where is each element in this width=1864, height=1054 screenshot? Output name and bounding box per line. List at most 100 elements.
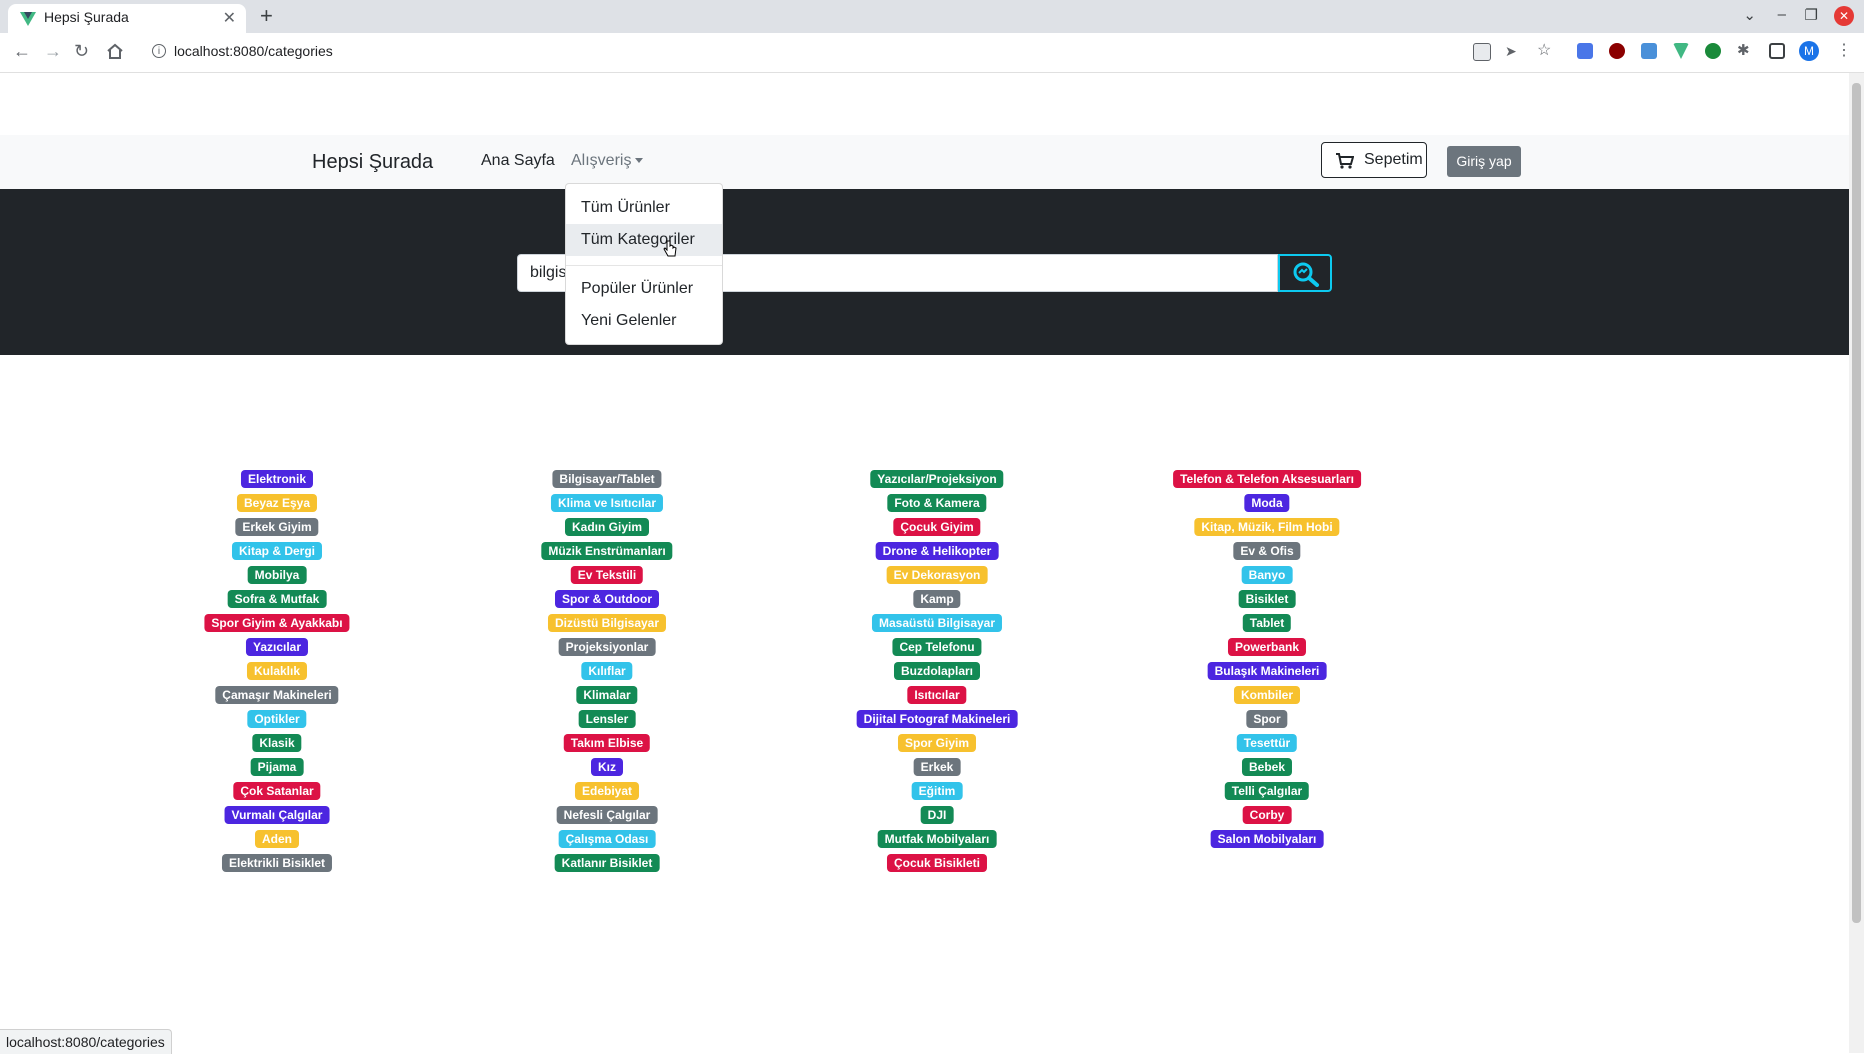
category-badge[interactable]: Sofra & Mutfak: [227, 590, 327, 608]
reload-icon[interactable]: ↻: [74, 41, 89, 62]
category-badge[interactable]: Drone & Helikopter: [875, 542, 999, 560]
dropdown-item-all-categories[interactable]: Tüm Kategoriler: [566, 224, 722, 256]
category-badge[interactable]: Mutfak Mobilyaları: [877, 830, 997, 848]
category-badge[interactable]: Katlanır Bisiklet: [554, 854, 660, 872]
extension-translate-icon[interactable]: [1577, 43, 1593, 59]
extension-window-icon[interactable]: [1641, 43, 1657, 59]
nav-home-link[interactable]: Ana Sayfa: [481, 152, 555, 170]
category-badge[interactable]: Kadın Giyim: [564, 518, 650, 536]
category-badge[interactable]: Çocuk Bisikleti: [886, 854, 988, 872]
category-badge[interactable]: Moda: [1244, 494, 1290, 512]
brand-logo[interactable]: Hepsi Şurada: [312, 151, 433, 174]
category-badge[interactable]: Spor Giyim: [897, 734, 977, 752]
category-badge[interactable]: Nefesli Çalgılar: [556, 806, 658, 824]
browser-menu-icon[interactable]: ⋮: [1836, 43, 1852, 59]
category-badge[interactable]: Spor Giyim & Ayakkabı: [204, 614, 350, 632]
category-badge[interactable]: DJI: [920, 806, 954, 824]
category-badge[interactable]: Elektrikli Bisiklet: [221, 854, 333, 872]
extension-green-icon[interactable]: [1705, 43, 1721, 59]
category-badge[interactable]: Dizüstü Bilgisayar: [547, 614, 667, 632]
category-badge[interactable]: Isıtıcılar: [907, 686, 967, 704]
category-badge[interactable]: Erkek Giyim: [235, 518, 319, 536]
site-info-icon[interactable]: i: [152, 44, 166, 58]
ublock-icon[interactable]: [1609, 43, 1625, 59]
category-badge[interactable]: Yazıcılar/Projeksiyon: [870, 470, 1004, 488]
page-scrollbar[interactable]: [1849, 73, 1864, 1053]
home-icon[interactable]: [106, 43, 124, 60]
bookmark-star-icon[interactable]: ☆: [1537, 43, 1553, 59]
category-badge[interactable]: Bisiklet: [1238, 590, 1296, 608]
dropdown-item-all-products[interactable]: Tüm Ürünler: [566, 192, 722, 224]
category-badge[interactable]: Bebek: [1241, 758, 1293, 776]
category-badge[interactable]: Kitap, Müzik, Film Hobi: [1194, 518, 1340, 536]
cart-button[interactable]: Sepetim: [1321, 142, 1427, 178]
category-badge[interactable]: Mobilya: [247, 566, 307, 584]
category-badge[interactable]: Salon Mobilyaları: [1210, 830, 1324, 848]
address-bar[interactable]: i localhost:8080/categories: [140, 36, 1460, 68]
category-badge[interactable]: Bulaşık Makineleri: [1207, 662, 1327, 680]
category-badge[interactable]: Kılıflar: [581, 662, 633, 680]
category-badge[interactable]: Buzdolapları: [893, 662, 981, 680]
category-badge[interactable]: Lensler: [578, 710, 636, 728]
category-badge[interactable]: Eğitim: [911, 782, 963, 800]
category-badge[interactable]: Ev Tekstili: [570, 566, 644, 584]
category-badge[interactable]: Tablet: [1242, 614, 1292, 632]
send-icon[interactable]: ➤: [1505, 43, 1521, 59]
login-button[interactable]: Giriş yap: [1447, 146, 1521, 177]
category-badge[interactable]: Çocuk Giyim: [893, 518, 981, 536]
category-badge[interactable]: Optikler: [247, 710, 307, 728]
category-badge[interactable]: Tesettür: [1236, 734, 1298, 752]
category-badge[interactable]: Müzik Enstrümanları: [541, 542, 673, 560]
window-close-icon[interactable]: ✕: [1834, 6, 1854, 26]
category-badge[interactable]: Kamp: [913, 590, 961, 608]
category-badge[interactable]: Takım Elbise: [563, 734, 651, 752]
nav-shopping-dropdown[interactable]: Alışveriş: [571, 152, 644, 170]
category-badge[interactable]: Dijital Fotograf Makineleri: [856, 710, 1018, 728]
category-badge[interactable]: Foto & Kamera: [887, 494, 987, 512]
back-icon[interactable]: ←: [13, 41, 31, 62]
category-badge[interactable]: Klasik: [252, 734, 302, 752]
dropdown-item-new-arrivals[interactable]: Yeni Gelenler: [566, 305, 722, 337]
category-badge[interactable]: Ev Dekorasyon: [886, 566, 988, 584]
category-badge[interactable]: Kulaklık: [246, 662, 308, 680]
tab-search-icon[interactable]: ⌄: [1743, 6, 1756, 24]
vue-devtools-icon[interactable]: [1673, 43, 1689, 59]
category-badge[interactable]: Spor: [1246, 710, 1288, 728]
side-panel-icon[interactable]: [1769, 43, 1785, 59]
category-badge[interactable]: Yazıcılar: [245, 638, 309, 656]
category-badge[interactable]: Masaüstü Bilgisayar: [871, 614, 1003, 632]
category-badge[interactable]: Powerbank: [1227, 638, 1307, 656]
category-badge[interactable]: Vurmalı Çalgılar: [224, 806, 330, 824]
category-badge[interactable]: Beyaz Eşya: [236, 494, 318, 512]
forward-icon[interactable]: →: [44, 41, 62, 62]
category-badge[interactable]: Cep Telefonu: [892, 638, 982, 656]
translate-icon[interactable]: [1473, 43, 1491, 61]
category-badge[interactable]: Erkek: [913, 758, 961, 776]
category-badge[interactable]: Kitap & Dergi: [231, 542, 323, 560]
extensions-puzzle-icon[interactable]: ✱: [1737, 43, 1753, 59]
category-badge[interactable]: Projeksiyonlar: [558, 638, 656, 656]
category-badge[interactable]: Pijama: [250, 758, 304, 776]
category-badge[interactable]: Edebiyat: [574, 782, 640, 800]
minimize-icon[interactable]: –: [1778, 6, 1786, 23]
category-badge[interactable]: Ev & Ofis: [1233, 542, 1301, 560]
category-badge[interactable]: Aden: [255, 830, 299, 848]
category-badge[interactable]: Kombiler: [1233, 686, 1301, 704]
category-badge[interactable]: Spor & Outdoor: [555, 590, 659, 608]
category-badge[interactable]: Klima ve Isıtıcılar: [550, 494, 664, 512]
scrollbar-thumb[interactable]: [1852, 83, 1861, 923]
category-badge[interactable]: Banyo: [1241, 566, 1293, 584]
category-badge[interactable]: Kız: [591, 758, 623, 776]
tab-close-icon[interactable]: ✕: [223, 8, 236, 28]
category-badge[interactable]: Bilgisayar/Tablet: [552, 470, 662, 488]
restore-icon[interactable]: ❐: [1805, 6, 1818, 24]
dropdown-item-popular-products[interactable]: Popüler Ürünler: [566, 273, 722, 305]
profile-avatar[interactable]: M: [1799, 41, 1819, 61]
search-button[interactable]: [1278, 254, 1332, 292]
category-badge[interactable]: Telli Çalgılar: [1224, 782, 1310, 800]
category-badge[interactable]: Çok Satanlar: [233, 782, 321, 800]
category-badge[interactable]: Klimalar: [576, 686, 638, 704]
category-badge[interactable]: Çamaşır Makineleri: [215, 686, 339, 704]
category-badge[interactable]: Telefon & Telefon Aksesuarları: [1173, 470, 1361, 488]
new-tab-icon[interactable]: +: [260, 4, 273, 28]
